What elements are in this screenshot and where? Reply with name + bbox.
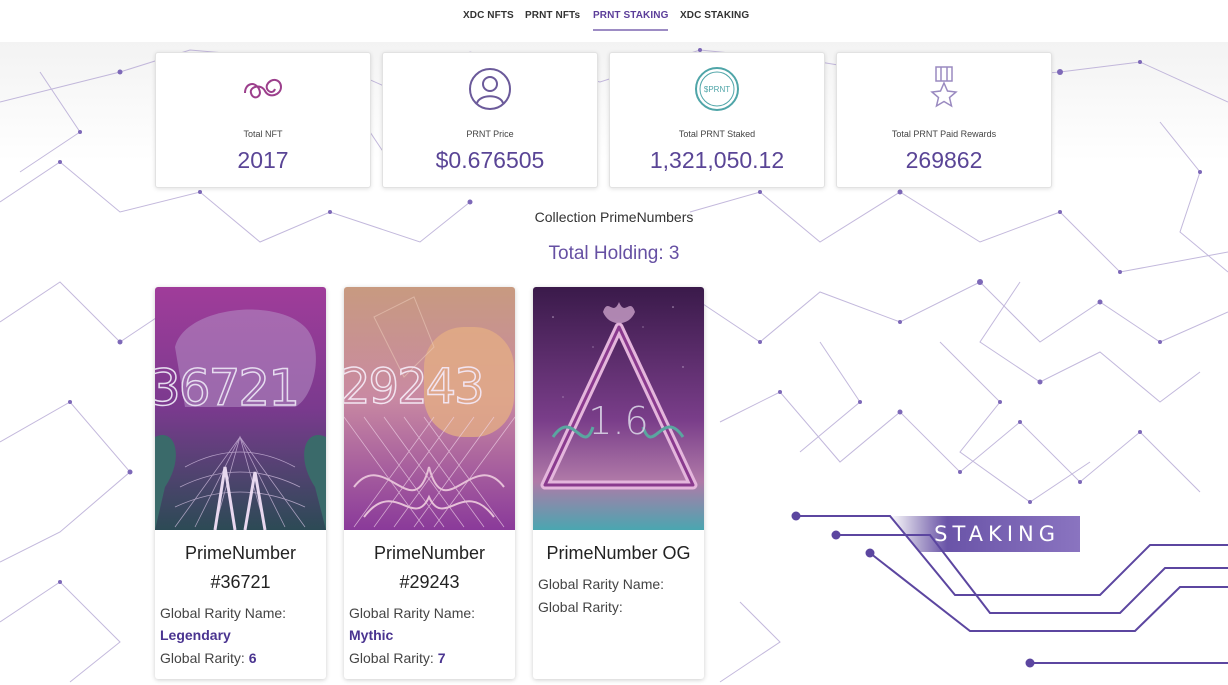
stat-value: $0.676505 bbox=[435, 147, 545, 173]
collection-title: Collection PrimeNumbers bbox=[534, 209, 694, 225]
total-holding: Total Holding: 3 bbox=[548, 243, 680, 264]
medal-star-icon bbox=[920, 65, 968, 113]
stat-card-total-nft: Total NFT 2017 bbox=[155, 52, 371, 188]
nft-art-number: 1.6 bbox=[588, 399, 649, 443]
nft-artwork: 29243 bbox=[344, 287, 515, 530]
rarity-label: Global Rarity: bbox=[538, 599, 623, 615]
nft-title-name: PrimeNumber bbox=[184, 543, 297, 563]
nft-title: PrimeNumber OG bbox=[533, 539, 704, 568]
swirl-icon bbox=[239, 65, 287, 113]
top-navigation: XDC NFTS PRNT NFTs PRNT STAKING XDC STAK… bbox=[0, 0, 1228, 42]
rarity-name-label: Global Rarity Name: bbox=[538, 576, 665, 592]
stat-label: Total NFT bbox=[243, 129, 283, 139]
nft-title: PrimeNumber #36721 bbox=[155, 539, 326, 597]
rarity-name-label: Global Rarity Name: bbox=[349, 605, 476, 621]
nft-card[interactable]: 36721 PrimeNumber #36721 Global Rarity N… bbox=[155, 287, 326, 679]
nav-prnt-staking[interactable]: PRNT STAKING bbox=[593, 10, 669, 31]
rarity-value: 7 bbox=[437, 650, 446, 666]
rarity-name-value: Legendary bbox=[160, 627, 231, 643]
stat-card-total-prnt-paid-rewards: Total PRNT Paid Rewards 269862 bbox=[836, 52, 1052, 188]
stat-card-total-prnt-staked: $PRNT Total PRNT Staked 1,321,050.12 bbox=[609, 52, 825, 188]
stat-card-prnt-price: PRNT Price $0.676505 bbox=[382, 52, 598, 188]
nav-xdc-nfts[interactable]: XDC NFTS bbox=[463, 10, 514, 29]
coin-text: $PRNT bbox=[704, 85, 730, 94]
nft-artwork: 1.6 bbox=[533, 287, 704, 530]
nft-title-name: PrimeNumber bbox=[373, 543, 486, 563]
stat-value: 269862 bbox=[905, 147, 983, 173]
nft-title: PrimeNumber #29243 bbox=[344, 539, 515, 597]
nft-art-number: 29243 bbox=[344, 358, 485, 416]
stat-label: Total PRNT Paid Rewards bbox=[891, 129, 997, 139]
rarity-name-label: Global Rarity Name: bbox=[160, 605, 287, 621]
nft-card[interactable]: 1.6 PrimeNumber OG Global Rarity Name: G… bbox=[533, 287, 704, 679]
rarity-row: Global Rarity: 7 bbox=[349, 650, 446, 666]
nft-title-id: #29243 bbox=[399, 572, 460, 592]
nav-xdc-staking[interactable]: XDC STAKING bbox=[680, 10, 749, 29]
staking-banner-label: STAKING bbox=[934, 522, 1060, 546]
rarity-name-value: Mythic bbox=[349, 627, 394, 643]
nft-title-name: PrimeNumber OG bbox=[546, 543, 691, 563]
nft-title-id: #36721 bbox=[210, 572, 271, 592]
stat-value: 1,321,050.12 bbox=[649, 147, 785, 173]
rarity-row: Global Rarity: 6 bbox=[160, 650, 257, 666]
nft-artwork: 36721 bbox=[155, 287, 326, 530]
stat-label: PRNT Price bbox=[466, 129, 514, 139]
nav-prnt-nfts[interactable]: PRNT NFTs bbox=[525, 10, 580, 29]
nft-art-number: 36721 bbox=[155, 358, 301, 418]
prnt-coin-icon: $PRNT bbox=[693, 65, 741, 113]
stat-label: Total PRNT Staked bbox=[678, 129, 756, 139]
rarity-value: 6 bbox=[248, 650, 257, 666]
stat-value: 2017 bbox=[237, 147, 289, 173]
user-circle-icon bbox=[466, 65, 514, 113]
nft-card[interactable]: 29243 PrimeNumber #29243 Global Rarity N… bbox=[344, 287, 515, 679]
